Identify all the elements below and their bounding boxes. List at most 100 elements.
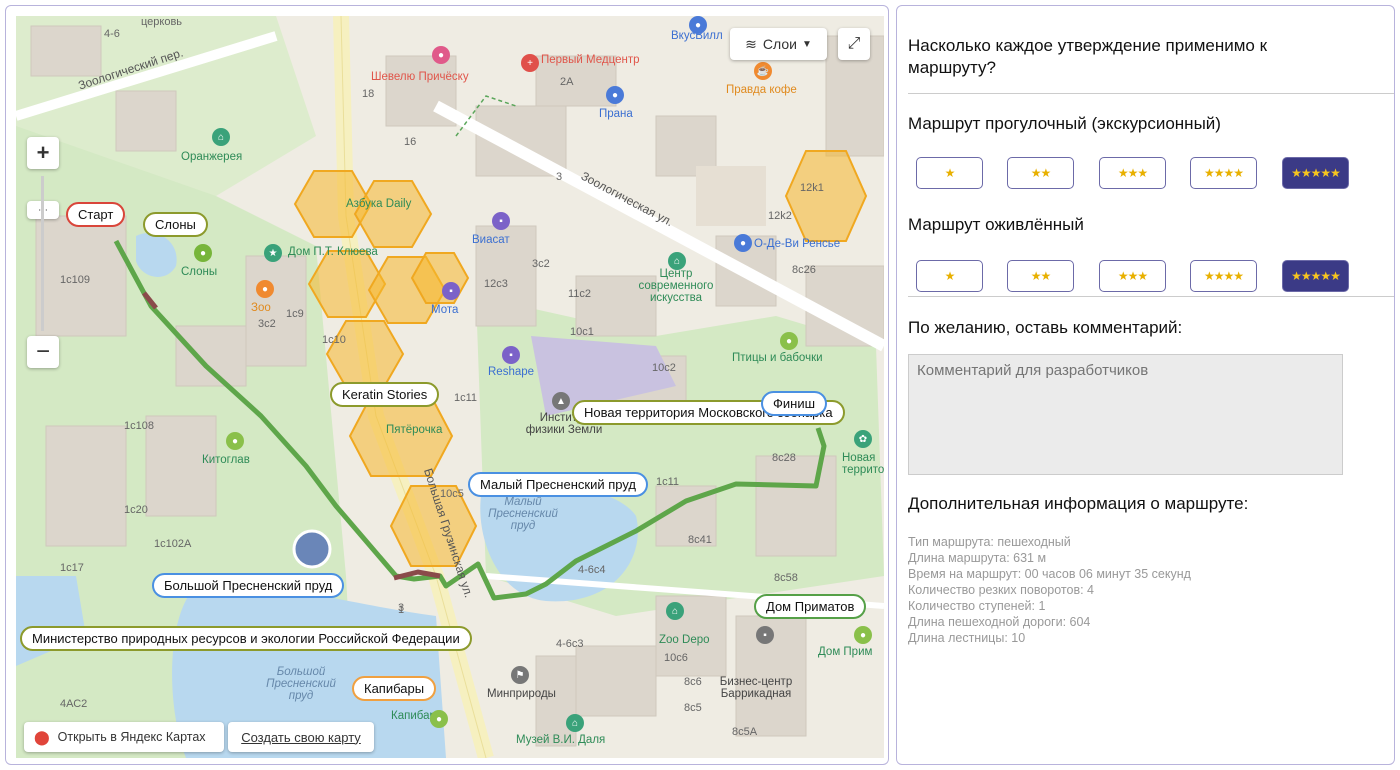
callout-ministry[interactable]: Министерство природных ресурсов и эколог… <box>20 626 472 651</box>
house-number: 1с11 <box>454 392 478 404</box>
rating-busy-button-2[interactable]: ★★ <box>1007 260 1074 292</box>
grocery-icon[interactable]: ● <box>689 16 707 34</box>
poi-label: Азбука Daily <box>346 198 412 210</box>
poi-label: Новая территория <box>842 452 884 476</box>
map-pin-icon: ⬤ <box>34 728 50 745</box>
house-number: 4-6с3 <box>556 638 584 650</box>
poi-label: Пятёрочка <box>386 424 443 436</box>
info-line: Количество резких поворотов: 4 <box>908 583 1095 597</box>
info-line: Количество ступеней: 1 <box>908 599 1046 613</box>
poi-label: Бизнес-центр Баррикадная <box>719 676 793 700</box>
coffee-icon[interactable]: ☕ <box>754 62 772 80</box>
poi-label: Музей В.И. Даля <box>516 734 606 746</box>
poi-label: Виасат <box>472 234 510 246</box>
callout-elephants[interactable]: Слоны <box>143 212 208 237</box>
business-icon[interactable]: ▪ <box>756 626 774 644</box>
divider <box>908 296 1394 297</box>
house-number: 10с2 <box>652 362 676 374</box>
rating-busy-button-1[interactable]: ★ <box>916 260 983 292</box>
house-number: 8с5А <box>732 726 758 738</box>
house-number: 3с2 <box>532 258 550 270</box>
house-number: 8с41 <box>688 534 712 546</box>
callout-big-pond[interactable]: Большой Пресненский пруд <box>152 573 345 598</box>
map-label: церковь <box>141 16 183 28</box>
zoom-in-button[interactable]: + <box>27 137 59 169</box>
callout-primates[interactable]: Дом Приматов <box>754 594 867 619</box>
comment-field[interactable] <box>908 354 1343 475</box>
poi-label: Зоо <box>251 302 271 314</box>
bird-icon[interactable]: ● <box>780 332 798 350</box>
house-number: 1с20 <box>124 504 148 516</box>
info-line: Тип маршрута: пешеходный <box>908 535 1071 549</box>
callout-keratin[interactable]: Keratin Stories <box>330 382 440 407</box>
fullscreen-button[interactable]: ⤢ <box>838 28 870 60</box>
house-number: 1с11 <box>656 476 680 488</box>
statement-1: Маршрут прогулочный (экскурсионный) <box>908 114 1221 133</box>
open-yandex-button[interactable]: ⬤ Открыть в Яндекс Картах <box>24 722 224 752</box>
rating-walk-button-2[interactable]: ★★ <box>1007 157 1074 189</box>
layers-button[interactable]: ≋ Слои ▼ <box>730 28 827 60</box>
zoo-icon[interactable]: ● <box>256 280 274 298</box>
poi-label: Zoo Depo <box>659 634 710 646</box>
poi-label: Правда кофе <box>726 84 797 96</box>
medical-icon[interactable]: + <box>521 54 539 72</box>
info-line: Длина маршрута: 631 м <box>908 551 1047 565</box>
zoo-depo-icon[interactable]: ⌂ <box>666 602 684 620</box>
capybara-icon[interactable]: ● <box>430 710 448 728</box>
rating-busy-button-5[interactable]: ★★★★★ <box>1282 260 1349 292</box>
rating-busy-button-4[interactable]: ★★★★ <box>1190 260 1257 292</box>
poi-label: Слоны <box>181 266 218 278</box>
house-number: 1с102А <box>154 538 192 550</box>
house-number: 1с17 <box>60 562 84 574</box>
house-number: 12с3 <box>484 278 508 290</box>
rating-busy-button-3[interactable]: ★★★ <box>1099 260 1166 292</box>
flag-icon[interactable]: ⚑ <box>511 666 529 684</box>
gym-icon[interactable]: ▪ <box>502 346 520 364</box>
house-number: 12k1 <box>800 182 824 194</box>
hair-salon-icon[interactable]: ● <box>432 46 450 64</box>
callout-start[interactable]: Старт <box>66 202 126 227</box>
chevron-down-icon: ▼ <box>801 38 812 50</box>
create-map-link[interactable]: Создать свою карту <box>228 722 374 752</box>
rating-walk-button-1[interactable]: ★ <box>916 157 983 189</box>
basket-icon[interactable]: ● <box>734 234 752 252</box>
zoom-out-button[interactable]: − <box>27 336 59 368</box>
poi-label: Мота <box>431 304 459 316</box>
elephant-icon[interactable]: ● <box>194 244 212 262</box>
house-number: 8с28 <box>772 452 796 464</box>
house-number: 16 <box>404 136 417 148</box>
museum-icon[interactable]: ⌂ <box>566 714 584 732</box>
star-icon[interactable]: ★ <box>264 244 282 262</box>
house-number: 8с5 <box>684 702 702 714</box>
info-line: Время на маршрут: 00 часов 06 минут 35 с… <box>908 567 1191 581</box>
poi-label: Китоглав <box>202 454 250 466</box>
whale-icon[interactable]: ● <box>226 432 244 450</box>
callout-small-pond[interactable]: Малый Пресненский пруд <box>468 472 648 497</box>
zoom-slider-track[interactable] <box>41 176 44 331</box>
house-number: 18 <box>362 88 375 100</box>
shop-icon[interactable]: ● <box>606 86 624 104</box>
callout-capybaras[interactable]: Капибары <box>352 676 437 701</box>
layers-label: Слои <box>762 36 797 52</box>
house-number: 3 <box>556 171 563 183</box>
callout-finish[interactable]: Финиш <box>761 391 828 416</box>
briefcase-icon[interactable]: ▪ <box>492 212 510 230</box>
info-line: Длина пешеходной дороги: 604 <box>908 615 1091 629</box>
rating-walk-button-4[interactable]: ★★★★ <box>1190 157 1257 189</box>
shop-icon[interactable]: ▪ <box>442 282 460 300</box>
house-number: 8с6 <box>684 676 702 688</box>
poi-label: Оранжерея <box>181 151 243 163</box>
primates-icon[interactable]: ● <box>854 626 872 644</box>
info-line: Длина лестницы: 10 <box>908 631 1026 645</box>
house-number: 3с2 <box>258 318 276 330</box>
institute-icon[interactable]: ▲ <box>552 392 570 410</box>
rating-walk-button-3[interactable]: ★★★ <box>1099 157 1166 189</box>
new-territory-icon[interactable]: ✿ <box>854 430 872 448</box>
rating-walk-button-5[interactable]: ★★★★★ <box>1282 157 1349 189</box>
map[interactable]: Зоологический пер. Зоологическая ул. Бол… <box>16 16 884 758</box>
poi-label: О-Де-Ви Ренсье <box>754 238 841 250</box>
poi-label: Дом П.Т. Клюева <box>288 246 378 258</box>
orangery-icon[interactable]: ⌂ <box>212 128 230 146</box>
museum-icon[interactable]: ⌂ <box>668 252 686 270</box>
house-number: 10с5 <box>440 488 464 500</box>
